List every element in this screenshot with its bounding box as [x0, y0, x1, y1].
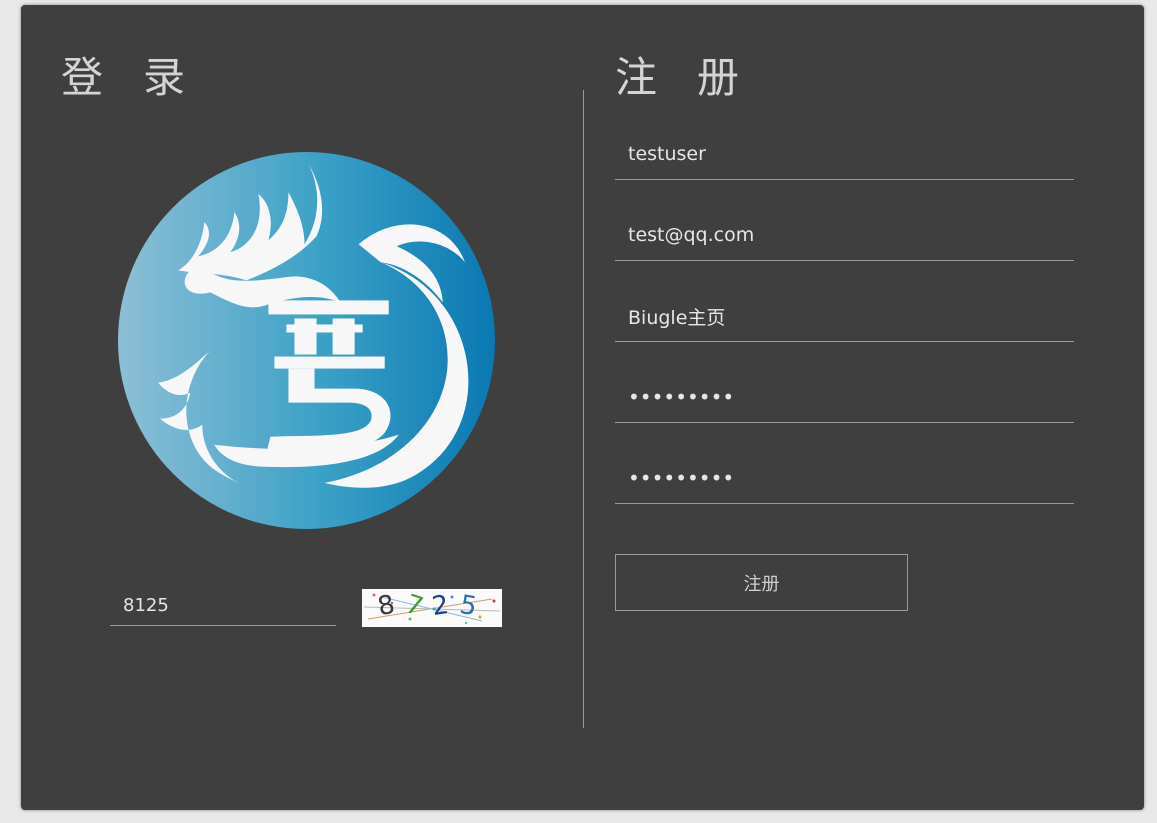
password-input[interactable] [615, 372, 1074, 422]
username-input[interactable] [615, 129, 1074, 179]
register-heading: 注册 [615, 53, 780, 102]
register-button[interactable]: 注册 [615, 554, 908, 611]
password-field [615, 372, 1074, 423]
confirm-password-field [615, 453, 1074, 504]
dragon-logo-icon [118, 152, 495, 529]
username-field [615, 129, 1074, 180]
email-field [615, 210, 1074, 261]
confirm-password-input[interactable] [615, 453, 1074, 503]
homepage-input[interactable] [615, 291, 1074, 341]
captcha-image[interactable]: 8 7 2 5 [362, 589, 502, 627]
auth-panel: 登录 注册 8125 8 7 2 5 testuser test@qq.com … [21, 5, 1144, 810]
captcha-field [110, 585, 336, 626]
captcha-input[interactable] [110, 585, 336, 625]
panel-divider [583, 90, 584, 728]
email-input[interactable] [615, 210, 1074, 260]
homepage-field [615, 291, 1074, 342]
login-heading: 登录 [61, 53, 226, 102]
